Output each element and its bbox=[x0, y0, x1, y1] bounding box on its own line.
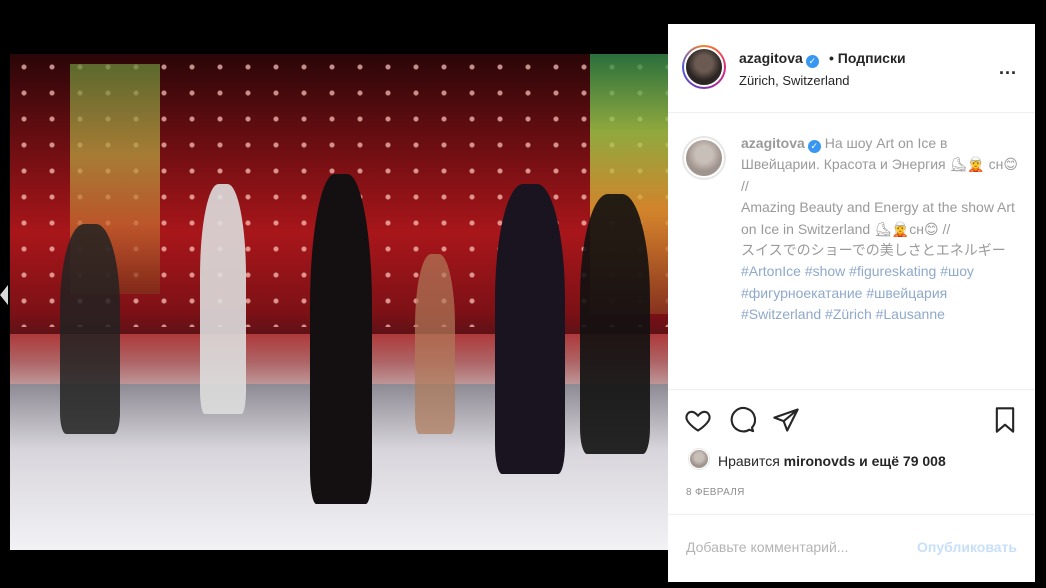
post-sidebar: azagitova ✓ • Подписки Zürich, Switzerlan… bbox=[668, 24, 1035, 582]
post-header: azagitova ✓ • Подписки Zürich, Switzerlan… bbox=[668, 24, 1035, 113]
heart-icon[interactable] bbox=[684, 406, 712, 434]
skater-figure bbox=[60, 224, 120, 434]
caption-area: azagitova ✓ На шоу Art on Ice в Швейцарии… bbox=[668, 113, 1035, 389]
skater-figure bbox=[200, 184, 246, 414]
comment-icon[interactable] bbox=[728, 406, 756, 434]
caption-text: azagitova ✓ На шоу Art on Ice в Швейцарии… bbox=[741, 133, 1021, 326]
verified-icon: ✓ bbox=[805, 55, 819, 68]
skater-figure bbox=[580, 194, 650, 454]
follow-status[interactable]: • Подписки bbox=[829, 50, 906, 66]
avatar[interactable] bbox=[688, 448, 710, 470]
comment-input[interactable] bbox=[686, 539, 916, 555]
post-actions: Нравится mironovds и ещё 79 008 8 ФЕВРАЛ… bbox=[668, 389, 1035, 514]
skater-figure bbox=[415, 254, 455, 434]
bookmark-icon[interactable] bbox=[992, 406, 1018, 434]
header-username[interactable]: azagitova ✓ bbox=[739, 50, 819, 68]
skater-figure bbox=[310, 174, 372, 504]
skater-figure bbox=[495, 184, 565, 474]
more-icon[interactable]: ... bbox=[999, 58, 1017, 79]
caption-hashtags[interactable]: #ArtonIce #show #figureskating #шоу #фиг… bbox=[741, 263, 974, 322]
comment-box: Опубликовать bbox=[668, 514, 1035, 582]
caption-username[interactable]: azagitova bbox=[741, 135, 805, 151]
likes-others[interactable]: и ещё 79 008 bbox=[859, 453, 946, 469]
avatar[interactable] bbox=[682, 136, 726, 180]
post-date[interactable]: 8 ФЕВРАЛЯ bbox=[686, 487, 745, 498]
avatar[interactable] bbox=[682, 45, 726, 89]
chevron-left-icon[interactable] bbox=[0, 285, 8, 305]
share-icon[interactable] bbox=[772, 406, 800, 434]
verified-icon: ✓ bbox=[807, 140, 821, 153]
likes-count[interactable]: Нравится mironovds и ещё 79 008 bbox=[718, 453, 946, 469]
caption-line-en: Amazing Beauty and Energy at the show Ar… bbox=[741, 199, 1015, 237]
publish-button[interactable]: Опубликовать bbox=[917, 539, 1017, 555]
location-link[interactable]: Zürich, Switzerland bbox=[739, 73, 850, 88]
post-photo[interactable] bbox=[10, 54, 668, 550]
likes-user[interactable]: mironovds bbox=[784, 453, 856, 469]
caption-line-jp: スイスでのショーでの美しさとエネルギー bbox=[741, 242, 1006, 259]
